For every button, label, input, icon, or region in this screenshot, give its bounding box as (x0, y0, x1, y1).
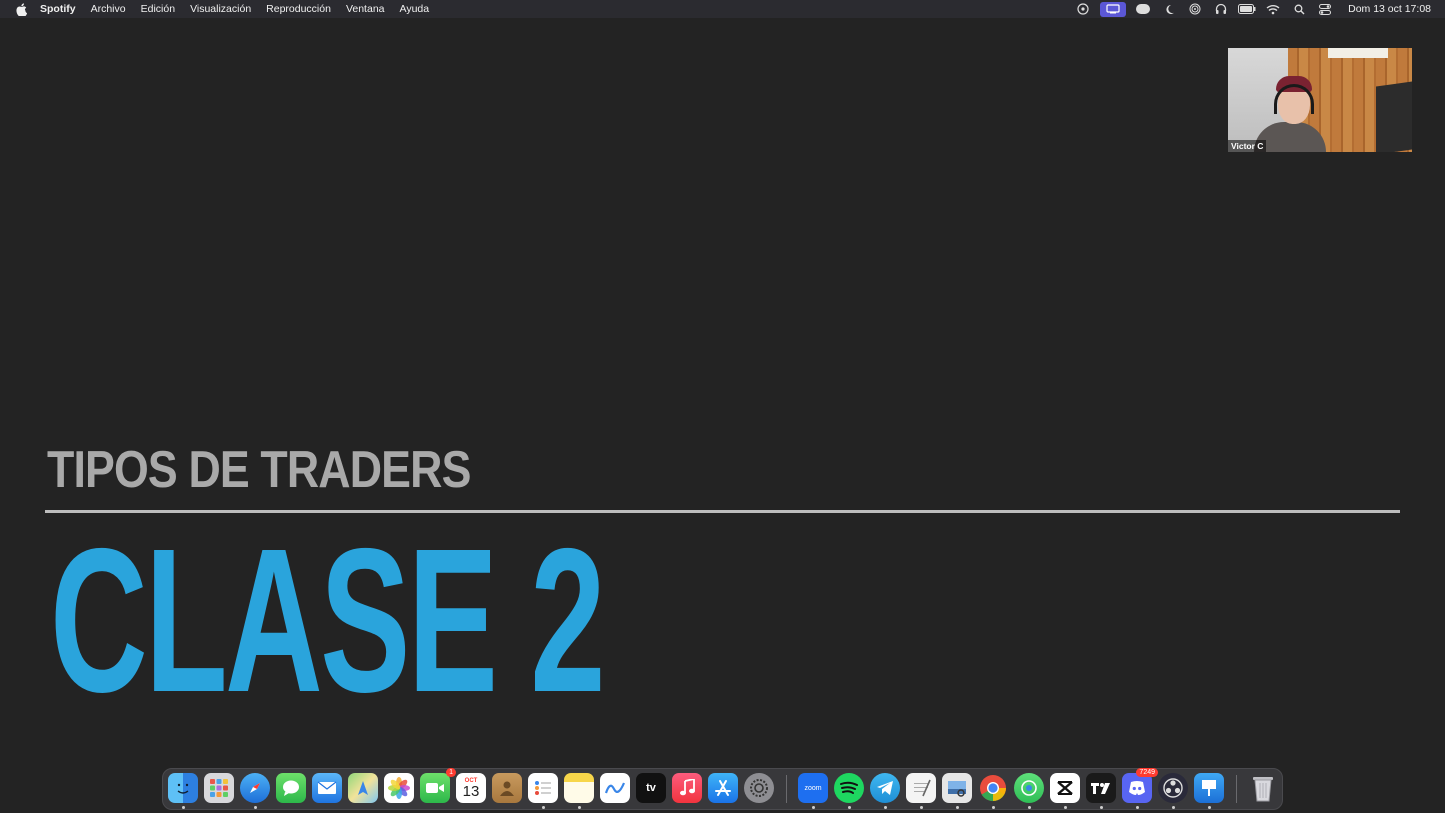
textedit-icon[interactable] (906, 773, 936, 803)
mail-icon[interactable] (312, 773, 342, 803)
obs-status-icon[interactable] (1070, 0, 1096, 18)
dock: 1 OCT 13 tv zoom 7249 (162, 768, 1283, 810)
safari-icon[interactable] (240, 773, 270, 803)
tradingview-icon[interactable] (1086, 773, 1116, 803)
calendar-day: 13 (462, 782, 480, 800)
music-icon[interactable] (672, 773, 702, 803)
capcut-running-dot (1064, 806, 1067, 809)
capcut-icon[interactable] (1050, 773, 1080, 803)
discord-running-dot (1136, 806, 1139, 809)
keynote-icon[interactable] (1194, 773, 1224, 803)
apple-tv-label: tv (646, 782, 656, 794)
find-my-icon[interactable] (1014, 773, 1044, 803)
trash-icon[interactable] (1248, 773, 1278, 803)
menu-archivo[interactable]: Archivo (91, 3, 126, 15)
headphones-icon[interactable] (1208, 0, 1234, 18)
participant-video[interactable]: Victor C (1228, 48, 1412, 152)
apple-menu-icon[interactable] (14, 2, 28, 16)
find-my-running-dot (1028, 806, 1031, 809)
menu-ayuda[interactable]: Ayuda (400, 3, 430, 15)
maps-icon[interactable] (348, 773, 378, 803)
menu-reproduccion[interactable]: Reproducción (266, 3, 331, 15)
spotify-running-dot (848, 806, 851, 809)
menubar-clock[interactable]: Dom 13 oct 17:08 (1348, 3, 1431, 15)
telegram-icon[interactable] (870, 773, 900, 803)
zoom-running-dot (812, 806, 815, 809)
contacts-icon[interactable] (492, 773, 522, 803)
obs-icon[interactable] (1158, 773, 1188, 803)
wifi-icon[interactable] (1260, 0, 1286, 18)
zoom-icon[interactable]: zoom (798, 773, 828, 803)
tradingview-running-dot (1100, 806, 1103, 809)
slide-subtitle: TIPOS DE TRADERS (47, 441, 471, 499)
participant-name-label: Victor C (1228, 140, 1267, 152)
battery-icon[interactable] (1234, 0, 1260, 18)
menu-bar: Spotify Archivo Edición Visualización Re… (0, 0, 1445, 18)
dock-separator (786, 775, 787, 803)
telegram-running-dot (884, 806, 887, 809)
moon-icon[interactable] (1156, 0, 1182, 18)
freeform-icon[interactable] (600, 773, 630, 803)
facetime-icon[interactable]: 1 (420, 768, 456, 803)
airdrop-icon[interactable] (1182, 0, 1208, 18)
messages-icon[interactable] (276, 773, 306, 803)
preview-running-dot (956, 806, 959, 809)
launchpad-icon[interactable] (204, 773, 234, 803)
video-monitor (1376, 81, 1412, 152)
control-center-icon[interactable] (1312, 0, 1338, 18)
facetime-badge: 1 (446, 768, 456, 777)
safari-running-dot (254, 806, 257, 809)
menu-ventana[interactable]: Ventana (346, 3, 385, 15)
discord-badge: 7249 (1136, 768, 1158, 777)
chrome-icon[interactable] (978, 773, 1008, 803)
menu-edicion[interactable]: Edición (141, 3, 175, 15)
video-ceiling-light (1328, 48, 1388, 58)
menu-visualizacion[interactable]: Visualización (190, 3, 251, 15)
spotify-icon[interactable] (834, 773, 864, 803)
finder-icon[interactable] (168, 773, 198, 803)
textedit-running-dot (920, 806, 923, 809)
search-icon[interactable] (1286, 0, 1312, 18)
app-store-icon[interactable] (708, 773, 738, 803)
calendar-icon[interactable]: OCT 13 (456, 773, 486, 803)
apple-tv-icon[interactable]: tv (636, 773, 666, 803)
finder-running-dot (182, 806, 185, 809)
slide-title: CLASE 2 (50, 506, 606, 735)
obs-running-dot (1172, 806, 1175, 809)
photos-icon[interactable] (384, 773, 414, 803)
chrome-running-dot (992, 806, 995, 809)
notes-running-dot (578, 806, 581, 809)
system-settings-icon[interactable] (744, 773, 774, 803)
screen-share-icon[interactable] (1100, 1, 1127, 17)
reminders-icon[interactable] (528, 773, 558, 803)
notes-icon[interactable] (564, 773, 594, 803)
menu-app-spotify[interactable]: Spotify (40, 3, 76, 15)
reminders-running-dot (542, 806, 545, 809)
preview-icon[interactable] (942, 773, 972, 803)
dock-separator-trash (1236, 775, 1237, 803)
notification-count-icon[interactable] (1130, 0, 1156, 18)
discord-icon[interactable]: 7249 (1122, 768, 1158, 803)
keynote-running-dot (1208, 806, 1211, 809)
zoom-label: zoom (804, 784, 822, 792)
